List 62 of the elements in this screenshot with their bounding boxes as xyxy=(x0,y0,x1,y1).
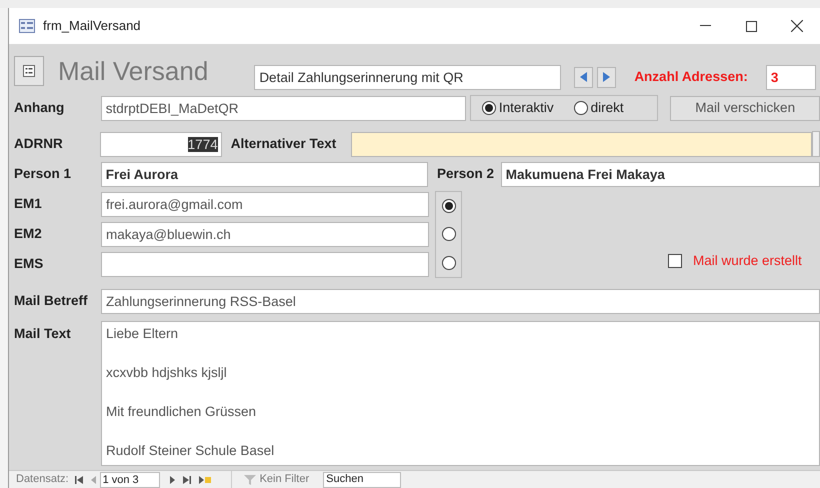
radio-button[interactable] xyxy=(482,101,496,115)
last-record-icon[interactable] xyxy=(182,476,191,484)
subject-field[interactable]: Zahlungserinnerung RSS-Basel xyxy=(101,288,820,314)
person-field[interactable]: Makumuena Frei Makaya xyxy=(500,162,820,186)
field-label: EM1 xyxy=(14,194,43,213)
funnel-icon xyxy=(244,474,256,484)
text-line: Mit freundlichen Grüssen xyxy=(106,403,258,421)
alternative-text-field[interactable] xyxy=(350,132,812,156)
radio-button[interactable] xyxy=(574,101,588,115)
field-label: Mail Betreff xyxy=(14,292,89,310)
field-label: ADRNR xyxy=(14,134,64,153)
text-line: Rudolf Steiner Schule Basel xyxy=(106,442,276,460)
text-line: xcxvbb hdjshks kjsljl xyxy=(106,364,228,382)
form-view-button[interactable] xyxy=(14,56,44,86)
previous-button[interactable] xyxy=(574,66,594,88)
record-label: Datensatz: xyxy=(16,472,69,488)
radio-button[interactable] xyxy=(442,256,456,270)
filter-label: Kein Filter xyxy=(260,472,310,488)
record-position-field[interactable]: 1 von 3 xyxy=(100,472,160,488)
field-label: EM2 xyxy=(14,224,43,243)
field-label: Person 2 xyxy=(436,164,495,183)
text-line: Liebe Eltern xyxy=(106,325,180,343)
field-label: Person 1 xyxy=(14,164,72,183)
count-field[interactable]: 3 xyxy=(766,64,816,90)
next-record-icon[interactable] xyxy=(170,476,175,484)
field-label: Mail Text xyxy=(14,325,72,343)
maximize-icon[interactable] xyxy=(746,20,756,32)
attachment-field[interactable]: stdrptDEBI_MaDetQR xyxy=(100,96,466,120)
email-field[interactable]: makaya@bluewin.ch xyxy=(101,222,429,246)
left-arrow-icon xyxy=(580,72,588,82)
email-field[interactable]: frei.aurora@gmail.com xyxy=(101,192,429,216)
form-heading: Mail Versand xyxy=(58,54,208,88)
person-field[interactable]: Frei Aurora xyxy=(100,162,428,186)
mail-text-field[interactable]: Liebe Eltern xcxvbb hdjshks kjsljl Mit freundlichen Grüssen Rudolf Steiner Schule Basel xyxy=(101,321,820,466)
field-label: EMS xyxy=(14,254,44,273)
option-label: Interaktiv xyxy=(498,98,554,117)
email-field[interactable] xyxy=(101,252,429,276)
search-field[interactable]: Suchen xyxy=(323,472,402,488)
adrnr-field[interactable]: 1774 xyxy=(100,132,222,156)
window-title: frm_MailVersand xyxy=(43,17,142,36)
send-mail-button[interactable]: Mail verschicken xyxy=(670,96,820,120)
filter-button[interactable]: Kein Filter xyxy=(230,471,310,488)
next-button[interactable] xyxy=(597,66,616,88)
count-label: Anzahl Adressen: xyxy=(634,68,748,86)
form-icon xyxy=(23,65,35,77)
scrollbar[interactable] xyxy=(812,131,820,157)
mode-option[interactable]: Interaktiv xyxy=(482,98,554,118)
radio-button[interactable] xyxy=(442,227,456,242)
checkbox-label: Mail wurde erstellt xyxy=(693,252,802,270)
option-label: direkt xyxy=(590,98,624,117)
field-label: Anhang xyxy=(14,98,66,117)
first-record-icon[interactable] xyxy=(74,476,83,484)
close-icon[interactable] xyxy=(791,20,803,32)
field-label: Alternativer Text xyxy=(230,134,338,153)
minimize-icon[interactable] xyxy=(700,25,710,27)
mode-option[interactable]: direkt xyxy=(574,98,624,118)
form-icon xyxy=(19,19,35,33)
checkbox[interactable] xyxy=(668,254,682,268)
radio-button[interactable] xyxy=(442,199,456,214)
right-arrow-icon xyxy=(603,72,610,82)
new-record-icon[interactable] xyxy=(198,476,211,484)
report-field[interactable]: Detail Zahlungserinnerung mit QR xyxy=(254,64,562,90)
